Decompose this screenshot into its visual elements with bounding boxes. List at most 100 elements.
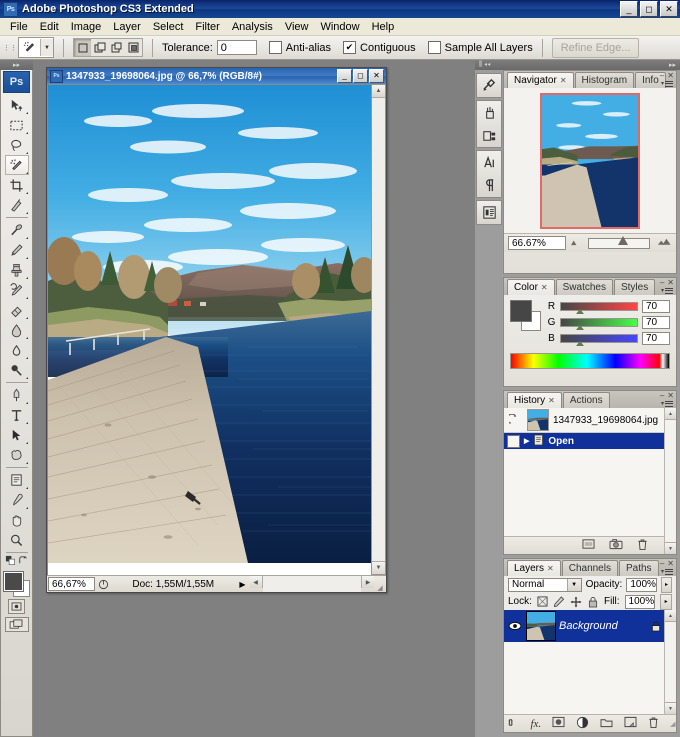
lasso-tool-flyout-icon[interactable] xyxy=(25,152,28,154)
tab-color[interactable]: Color ✕ xyxy=(507,279,555,295)
adjustment-layer-icon[interactable] xyxy=(576,716,589,732)
add-to-selection-button[interactable] xyxy=(91,39,108,56)
delete-state-icon[interactable] xyxy=(637,538,648,554)
history-scroll-track[interactable] xyxy=(665,420,676,542)
close-icon[interactable]: ✕ xyxy=(541,283,548,292)
menu-window[interactable]: Window xyxy=(314,20,365,34)
eraser-tool-flyout-icon[interactable] xyxy=(25,317,28,319)
gradient-tool-flyout-icon[interactable] xyxy=(25,337,28,339)
document-window[interactable]: Ps 1347933_19698064.jpg @ 66,7% (RGB/8#)… xyxy=(46,67,387,593)
color-panel-menu-button[interactable]: ▾ xyxy=(661,287,673,294)
brush-tool[interactable] xyxy=(5,240,29,260)
layers-scroll-up-button[interactable]: ▲ xyxy=(665,610,676,622)
red-slider-handle[interactable] xyxy=(576,309,585,314)
swap-colors-icon[interactable] xyxy=(17,555,28,569)
menu-view[interactable]: View xyxy=(279,20,315,34)
eraser-tool[interactable] xyxy=(5,300,29,320)
refine-edge-button[interactable]: Refine Edge... xyxy=(551,37,640,58)
standard-mode-button[interactable] xyxy=(8,599,25,614)
crop-tool-flyout-icon[interactable] xyxy=(25,192,28,194)
marquee-tool[interactable] xyxy=(5,115,29,135)
fill-value[interactable]: 100% xyxy=(624,594,656,609)
lock-position-icon[interactable] xyxy=(570,595,582,608)
scroll-down-button[interactable]: ▼ xyxy=(372,561,385,574)
new-snapshot-icon[interactable] xyxy=(609,538,623,553)
scroll-left-button[interactable]: ◀ xyxy=(249,576,263,588)
tab-history[interactable]: History ✕ xyxy=(507,392,562,408)
move-tool[interactable] xyxy=(5,95,29,115)
red-slider-track[interactable] xyxy=(560,302,638,314)
color-panel-swatches[interactable] xyxy=(510,300,541,331)
crop-tool[interactable] xyxy=(5,175,29,195)
green-value[interactable]: 70 xyxy=(642,316,670,329)
chevron-down-icon[interactable]: ▼ xyxy=(566,578,581,591)
slice-tool[interactable] xyxy=(5,195,29,215)
subtract-from-selection-button[interactable] xyxy=(108,39,125,56)
close-icon[interactable]: ✕ xyxy=(560,76,567,85)
tool-presets-icon[interactable] xyxy=(477,74,501,97)
new-selection-button[interactable] xyxy=(74,39,91,56)
character-icon[interactable] xyxy=(477,151,501,174)
document-info-icon[interactable] xyxy=(95,576,111,592)
color-spectrum-ramp[interactable] xyxy=(510,353,670,369)
minimize-icon[interactable]: – xyxy=(660,278,664,287)
hand-tool[interactable] xyxy=(5,510,29,530)
tab-paths[interactable]: Paths xyxy=(618,560,659,576)
new-layer-icon[interactable] xyxy=(624,716,637,731)
close-button[interactable]: ✕ xyxy=(660,1,678,17)
red-value[interactable]: 70 xyxy=(642,300,670,313)
move-tool-flyout-icon[interactable] xyxy=(25,112,28,114)
shape-tool[interactable] xyxy=(5,445,29,465)
close-icon[interactable]: ✕ xyxy=(667,391,674,400)
close-icon[interactable]: ✕ xyxy=(548,396,555,405)
layers-scroll-track[interactable] xyxy=(665,622,676,702)
eyedropper-tool-flyout-icon[interactable] xyxy=(25,507,28,509)
healing-brush-tool[interactable] xyxy=(5,220,29,240)
options-bar-grip[interactable]: ⋮⋮ xyxy=(3,38,17,58)
path-selection-tool[interactable] xyxy=(5,425,29,445)
color-swatches[interactable] xyxy=(3,572,30,597)
history-scrollbar[interactable]: ▲ ▼ xyxy=(664,408,676,554)
sample-all-layers-option[interactable]: Sample All Layers xyxy=(427,41,533,54)
pen-tool[interactable] xyxy=(5,385,29,405)
history-scroll-up-button[interactable]: ▲ xyxy=(665,408,676,420)
blue-value[interactable]: 70 xyxy=(642,332,670,345)
clone-stamp-tool[interactable] xyxy=(5,260,29,280)
tab-actions[interactable]: Actions xyxy=(562,392,610,408)
scroll-right-button[interactable]: ▶ xyxy=(361,576,374,588)
marquee-tool-flyout-icon[interactable] xyxy=(25,132,28,134)
resize-grip[interactable]: ◢ xyxy=(670,720,675,728)
document-maximize-button[interactable]: ◻ xyxy=(353,69,368,83)
dock-collapse-right-icon[interactable]: ▸▸ xyxy=(669,61,676,69)
history-brush-tool-flyout-icon[interactable] xyxy=(25,297,28,299)
lock-all-icon[interactable] xyxy=(587,595,599,608)
contiguous-option[interactable]: ✔ Contiguous xyxy=(343,41,416,54)
zoom-in-icon[interactable] xyxy=(657,237,672,249)
link-layers-icon[interactable] xyxy=(504,718,519,730)
minimize-icon[interactable]: – xyxy=(660,559,664,568)
menu-filter[interactable]: Filter xyxy=(189,20,225,34)
foreground-color-swatch[interactable] xyxy=(3,572,23,591)
navigator-panel-menu-button[interactable]: ▾ xyxy=(661,80,673,87)
close-icon[interactable]: ✕ xyxy=(547,564,554,573)
magic-wand-tool[interactable] xyxy=(4,155,29,175)
resize-grip[interactable]: ◢ xyxy=(374,576,386,592)
sample-all-layers-checkbox[interactable] xyxy=(427,41,441,54)
tools-panel-collapse-button[interactable]: ▸▸ xyxy=(0,60,33,70)
zoom-slider-handle[interactable] xyxy=(617,235,628,245)
layer-style-icon[interactable]: fx. xyxy=(530,718,541,730)
tab-navigator[interactable]: Navigator ✕ xyxy=(507,72,574,88)
vertical-scroll-track[interactable] xyxy=(372,98,385,561)
history-scroll-down-button[interactable]: ▼ xyxy=(665,542,676,554)
maximize-button[interactable]: ◻ xyxy=(640,1,658,17)
minimize-icon[interactable]: – xyxy=(660,391,664,400)
shape-tool-flyout-icon[interactable] xyxy=(25,462,28,464)
layer-comps-icon[interactable] xyxy=(477,201,501,224)
delete-layer-icon[interactable] xyxy=(648,716,659,732)
navigator-thumbnail[interactable] xyxy=(540,92,640,229)
blue-slider-handle[interactable] xyxy=(576,341,585,346)
layers-panel-menu-button[interactable]: ▾ xyxy=(661,568,673,575)
clone-source-icon[interactable] xyxy=(477,124,501,147)
fill-chevron-down-icon[interactable]: ▸ xyxy=(660,593,672,610)
minimize-icon[interactable]: – xyxy=(660,71,664,80)
